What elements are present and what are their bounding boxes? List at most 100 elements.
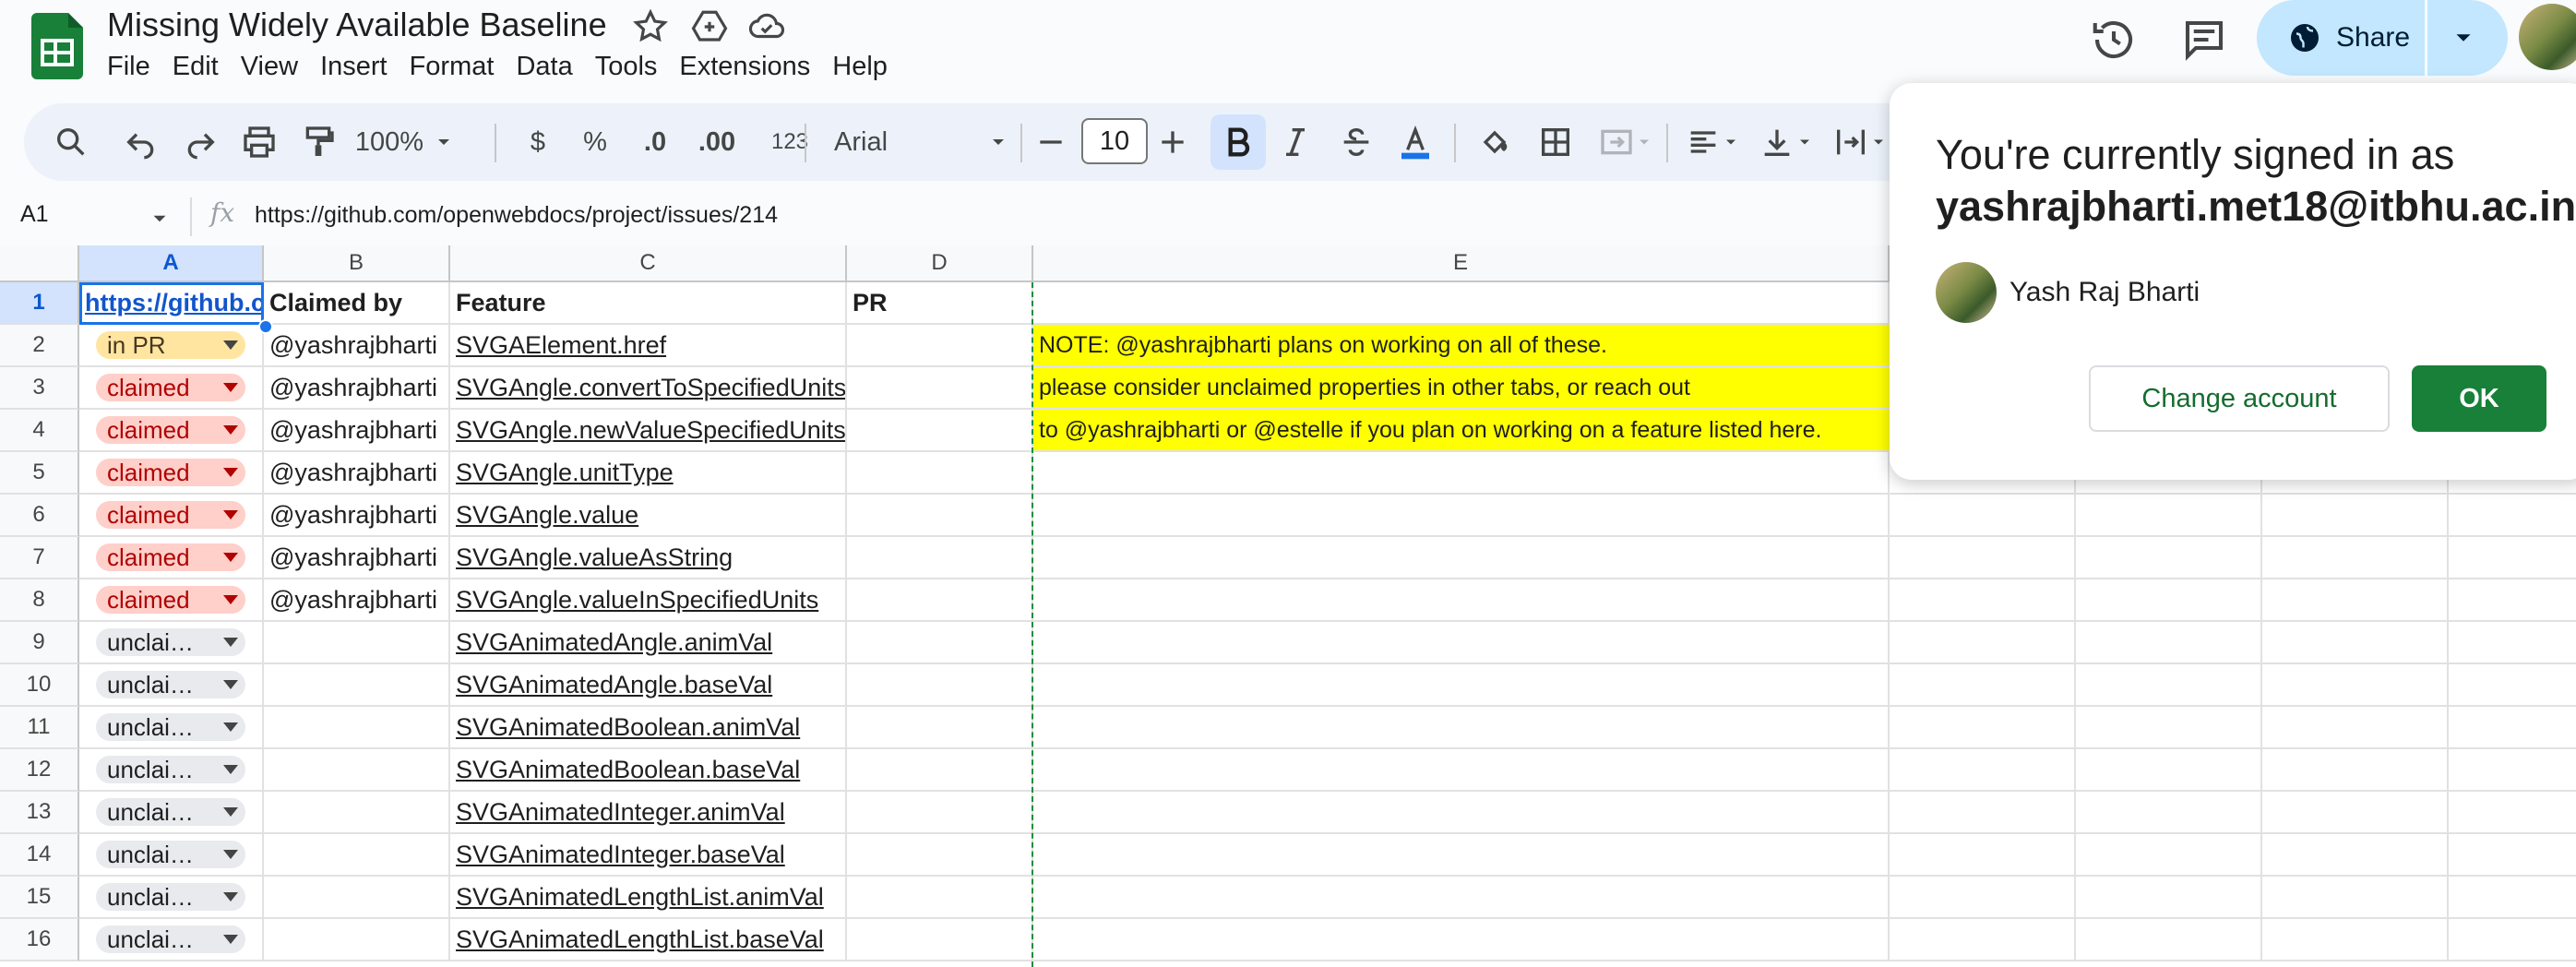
cell-empty[interactable] — [2076, 749, 2262, 792]
cell-empty[interactable] — [2076, 495, 2262, 537]
cell-pr[interactable] — [847, 707, 1033, 749]
menu-extensions[interactable]: Extensions — [679, 52, 832, 82]
cell-feature[interactable]: SVGAnimatedInteger.baseVal — [450, 834, 847, 877]
status-chip[interactable]: unclai… — [96, 798, 245, 826]
cell-status[interactable]: claimed — [79, 579, 264, 622]
cell-status[interactable]: claimed — [79, 410, 264, 452]
ok-button[interactable]: OK — [2412, 365, 2546, 432]
cell-pr[interactable] — [847, 877, 1033, 919]
cell-feature[interactable]: SVGAnimatedLengthList.animVal — [450, 877, 847, 919]
cell-pr[interactable] — [847, 834, 1033, 877]
cell-empty[interactable] — [2262, 579, 2449, 622]
cell-empty[interactable] — [2449, 579, 2576, 622]
cell-pr[interactable] — [847, 537, 1033, 579]
italic-button[interactable] — [1270, 103, 1321, 181]
cell-empty[interactable] — [2076, 664, 2262, 707]
cell-claimed-by[interactable]: @yashrajbharti — [264, 410, 450, 452]
cell-pr[interactable] — [847, 367, 1033, 410]
cell-claimed-by[interactable]: @yashrajbharti — [264, 579, 450, 622]
column-header-b[interactable]: B — [264, 245, 450, 282]
cell-claimed-by[interactable]: @yashrajbharti — [264, 495, 450, 537]
cell-empty[interactable] — [2449, 664, 2576, 707]
cell-claimed-by[interactable] — [264, 622, 450, 664]
note-cell[interactable]: please consider unclaimed properties in … — [1033, 367, 1890, 410]
cell-empty[interactable] — [2449, 537, 2576, 579]
cell-empty[interactable] — [2076, 579, 2262, 622]
cell-claimed-by[interactable] — [264, 664, 450, 707]
cell-empty[interactable] — [2076, 707, 2262, 749]
formula-input[interactable]: https://github.com/openwebdocs/project/i… — [255, 202, 778, 229]
redo-button[interactable] — [177, 103, 223, 181]
row-header[interactable]: 9 — [0, 622, 79, 664]
star-icon[interactable] — [631, 7, 670, 46]
cell-empty[interactable] — [1890, 664, 2076, 707]
cell-feature[interactable]: SVGAngle.valueAsString — [450, 537, 847, 579]
search-menus-button[interactable] — [48, 103, 94, 181]
more-formats-button[interactable]: 123 — [758, 103, 821, 181]
undo-button[interactable] — [118, 103, 164, 181]
cell-empty[interactable] — [2076, 834, 2262, 877]
row-header[interactable]: 14 — [0, 834, 79, 877]
status-chip[interactable]: unclai… — [96, 925, 245, 953]
status-chip[interactable]: unclai… — [96, 841, 245, 868]
cell-empty[interactable] — [1033, 537, 1890, 579]
menu-format[interactable]: Format — [410, 52, 517, 82]
cell-empty[interactable] — [1033, 792, 1890, 834]
cell-empty[interactable] — [1033, 919, 1890, 961]
cell-feature[interactable]: SVGAnimatedBoolean.baseVal — [450, 749, 847, 792]
horizontal-align-button[interactable] — [1676, 103, 1749, 181]
cell-empty[interactable] — [2449, 877, 2576, 919]
comments-icon[interactable] — [2179, 15, 2229, 65]
cell-feature[interactable]: SVGAnimatedInteger.animVal — [450, 792, 847, 834]
row-header[interactable]: 13 — [0, 792, 79, 834]
cell-empty[interactable] — [1033, 495, 1890, 537]
cell-empty[interactable] — [2262, 749, 2449, 792]
cell-pr[interactable] — [847, 749, 1033, 792]
cell-feature[interactable]: SVGAngle.unitType — [450, 452, 847, 495]
cell-pr[interactable]: PR — [847, 282, 1033, 325]
cell-feature[interactable]: SVGAngle.valueInSpecifiedUnits — [450, 579, 847, 622]
menu-insert[interactable]: Insert — [320, 52, 410, 82]
fill-handle[interactable] — [258, 319, 273, 334]
merge-cells-button[interactable] — [1589, 103, 1663, 181]
share-button[interactable]: Share — [2257, 0, 2428, 76]
cell-empty[interactable] — [2449, 622, 2576, 664]
row-header[interactable]: 2 — [0, 325, 79, 367]
row-header[interactable]: 10 — [0, 664, 79, 707]
version-history-icon[interactable] — [2089, 15, 2139, 65]
column-header-e[interactable]: E — [1033, 245, 1890, 282]
document-title[interactable]: Missing Widely Available Baseline — [107, 6, 607, 44]
cell-claimed-by[interactable]: Claimed by — [264, 282, 450, 325]
cell-status[interactable]: unclai… — [79, 792, 264, 834]
cell-empty[interactable] — [2076, 792, 2262, 834]
cell-claimed-by[interactable] — [264, 749, 450, 792]
cell-status[interactable]: unclai… — [79, 664, 264, 707]
name-box-dropdown-icon[interactable] — [148, 207, 172, 231]
cell-empty[interactable] — [2262, 664, 2449, 707]
cell-status[interactable]: unclai… — [79, 919, 264, 961]
cell-empty[interactable] — [1890, 792, 2076, 834]
menu-data[interactable]: Data — [516, 52, 594, 82]
cell-empty[interactable] — [1033, 622, 1890, 664]
cell-pr[interactable] — [847, 622, 1033, 664]
cell-status[interactable]: in PR — [79, 325, 264, 367]
note-cell[interactable]: to @yashrajbharti or @estelle if you pla… — [1033, 410, 1890, 452]
cell-status[interactable]: unclai… — [79, 749, 264, 792]
cell-claimed-by[interactable] — [264, 707, 450, 749]
cell-empty[interactable] — [1033, 282, 1890, 325]
cell-empty[interactable] — [1033, 749, 1890, 792]
decrease-font-size-button[interactable] — [1030, 103, 1072, 181]
cell-pr[interactable] — [847, 792, 1033, 834]
increase-decimal-button[interactable]: .00 — [685, 103, 749, 181]
cell-pr[interactable] — [847, 664, 1033, 707]
status-chip[interactable]: unclai… — [96, 671, 245, 698]
cell-empty[interactable] — [1890, 707, 2076, 749]
cell-empty[interactable] — [2262, 622, 2449, 664]
status-chip[interactable]: claimed — [96, 459, 245, 486]
select-all-corner[interactable] — [0, 245, 79, 282]
cell-status[interactable]: unclai… — [79, 834, 264, 877]
cell-empty[interactable] — [2262, 919, 2449, 961]
row-header[interactable]: 15 — [0, 877, 79, 919]
status-chip[interactable]: unclai… — [96, 628, 245, 656]
menu-view[interactable]: View — [241, 52, 320, 82]
